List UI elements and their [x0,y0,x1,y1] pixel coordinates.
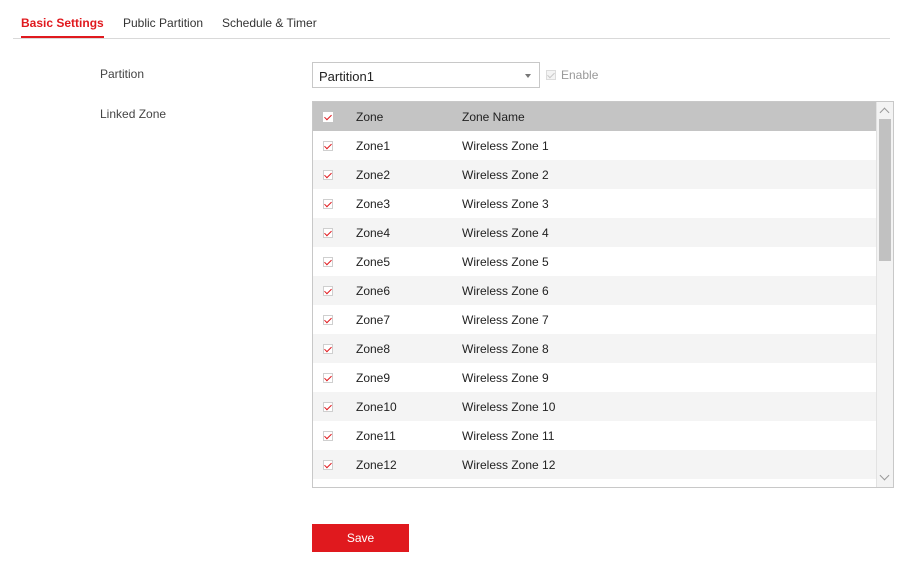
zone-cell: Zone11 [356,429,396,443]
table-row[interactable] [313,479,876,487]
linked-zone-label: Linked Zone [100,107,167,121]
scroll-up-icon[interactable] [879,107,890,118]
table-row[interactable]: Zone1 Wireless Zone 1 [313,131,876,160]
zone-cell: Zone9 [356,371,391,385]
row-checkbox[interactable] [323,169,333,183]
tab-public-partition[interactable]: Public Partition [123,15,203,37]
table-row[interactable]: Zone11 Wireless Zone 11 [313,421,876,450]
zone-cell: Zone7 [356,313,391,327]
table-row[interactable]: Zone3 Wireless Zone 3 [313,189,876,218]
zone-name-cell: Wireless Zone 3 [462,197,549,211]
table-row[interactable]: Zone8 Wireless Zone 8 [313,334,876,363]
partition-select[interactable]: Partition1 [312,62,540,88]
zone-cell: Zone2 [356,168,391,182]
row-checkbox[interactable] [323,285,333,299]
table-header: Zone Zone Name [313,102,876,131]
partition-selected-value: Partition1 [319,69,374,84]
row-checkbox[interactable] [323,140,333,154]
zone-cell: Zone5 [356,255,391,269]
chevron-down-icon [525,74,531,78]
tab-basic-settings[interactable]: Basic Settings [21,15,104,38]
table-row[interactable]: Zone12 Wireless Zone 12 [313,450,876,479]
tab-schedule-timer[interactable]: Schedule & Timer [222,15,317,37]
zone-cell: Zone10 [356,400,397,414]
row-checkbox[interactable] [323,314,333,328]
zone-cell: Zone6 [356,284,391,298]
zone-cell: Zone4 [356,226,391,240]
table-row[interactable]: Zone2 Wireless Zone 2 [313,160,876,189]
table-row[interactable]: Zone9 Wireless Zone 9 [313,363,876,392]
zone-name-cell: Wireless Zone 1 [462,139,549,153]
row-checkbox[interactable] [323,372,333,386]
table-scrollbar[interactable] [876,102,893,487]
row-checkbox[interactable] [323,198,333,212]
partition-label: Partition [100,67,145,81]
row-checkbox[interactable] [323,227,333,241]
zone-cell: Zone8 [356,342,391,356]
table-row[interactable]: Zone10 Wireless Zone 10 [313,392,876,421]
row-checkbox[interactable] [323,343,333,357]
zone-name-cell: Wireless Zone 6 [462,284,549,298]
row-checkbox[interactable] [323,401,333,415]
column-header-zone: Zone [356,110,384,124]
row-checkbox[interactable] [323,430,333,444]
enable-checkbox[interactable] [546,70,556,80]
save-button[interactable]: Save [312,524,409,552]
zone-name-cell: Wireless Zone 4 [462,226,549,240]
enable-label: Enable [561,68,599,82]
linked-zone-table: Zone Zone Name Zone1 Wireless Zone 1 Zone2… [312,101,894,488]
row-checkbox[interactable] [323,459,333,473]
zone-cell: Zone12 [356,458,397,472]
zone-cell: Zone3 [356,197,391,211]
table-row[interactable]: Zone4 Wireless Zone 4 [313,218,876,247]
zone-cell: Zone1 [356,139,391,153]
column-header-zone-name: Zone Name [462,110,525,124]
zone-name-cell: Wireless Zone 7 [462,313,549,327]
zone-name-cell: Wireless Zone 11 [462,429,555,443]
table-row[interactable]: Zone6 Wireless Zone 6 [313,276,876,305]
zone-name-cell: Wireless Zone 8 [462,342,549,356]
enable-checkbox-group: Enable [546,68,598,82]
scrollbar-thumb[interactable] [879,119,891,261]
row-checkbox[interactable] [323,256,333,270]
scroll-down-icon[interactable] [879,470,890,481]
table-row[interactable]: Zone7 Wireless Zone 7 [313,305,876,334]
tab-bar: Basic Settings Public Partition Schedule… [13,0,890,39]
zone-name-cell: Wireless Zone 2 [462,168,549,182]
zone-name-cell: Wireless Zone 12 [462,458,556,472]
zone-name-cell: Wireless Zone 10 [462,400,556,414]
table-row[interactable]: Zone5 Wireless Zone 5 [313,247,876,276]
select-all-checkbox[interactable] [323,111,333,125]
zone-name-cell: Wireless Zone 9 [462,371,549,385]
zone-name-cell: Wireless Zone 5 [462,255,549,269]
